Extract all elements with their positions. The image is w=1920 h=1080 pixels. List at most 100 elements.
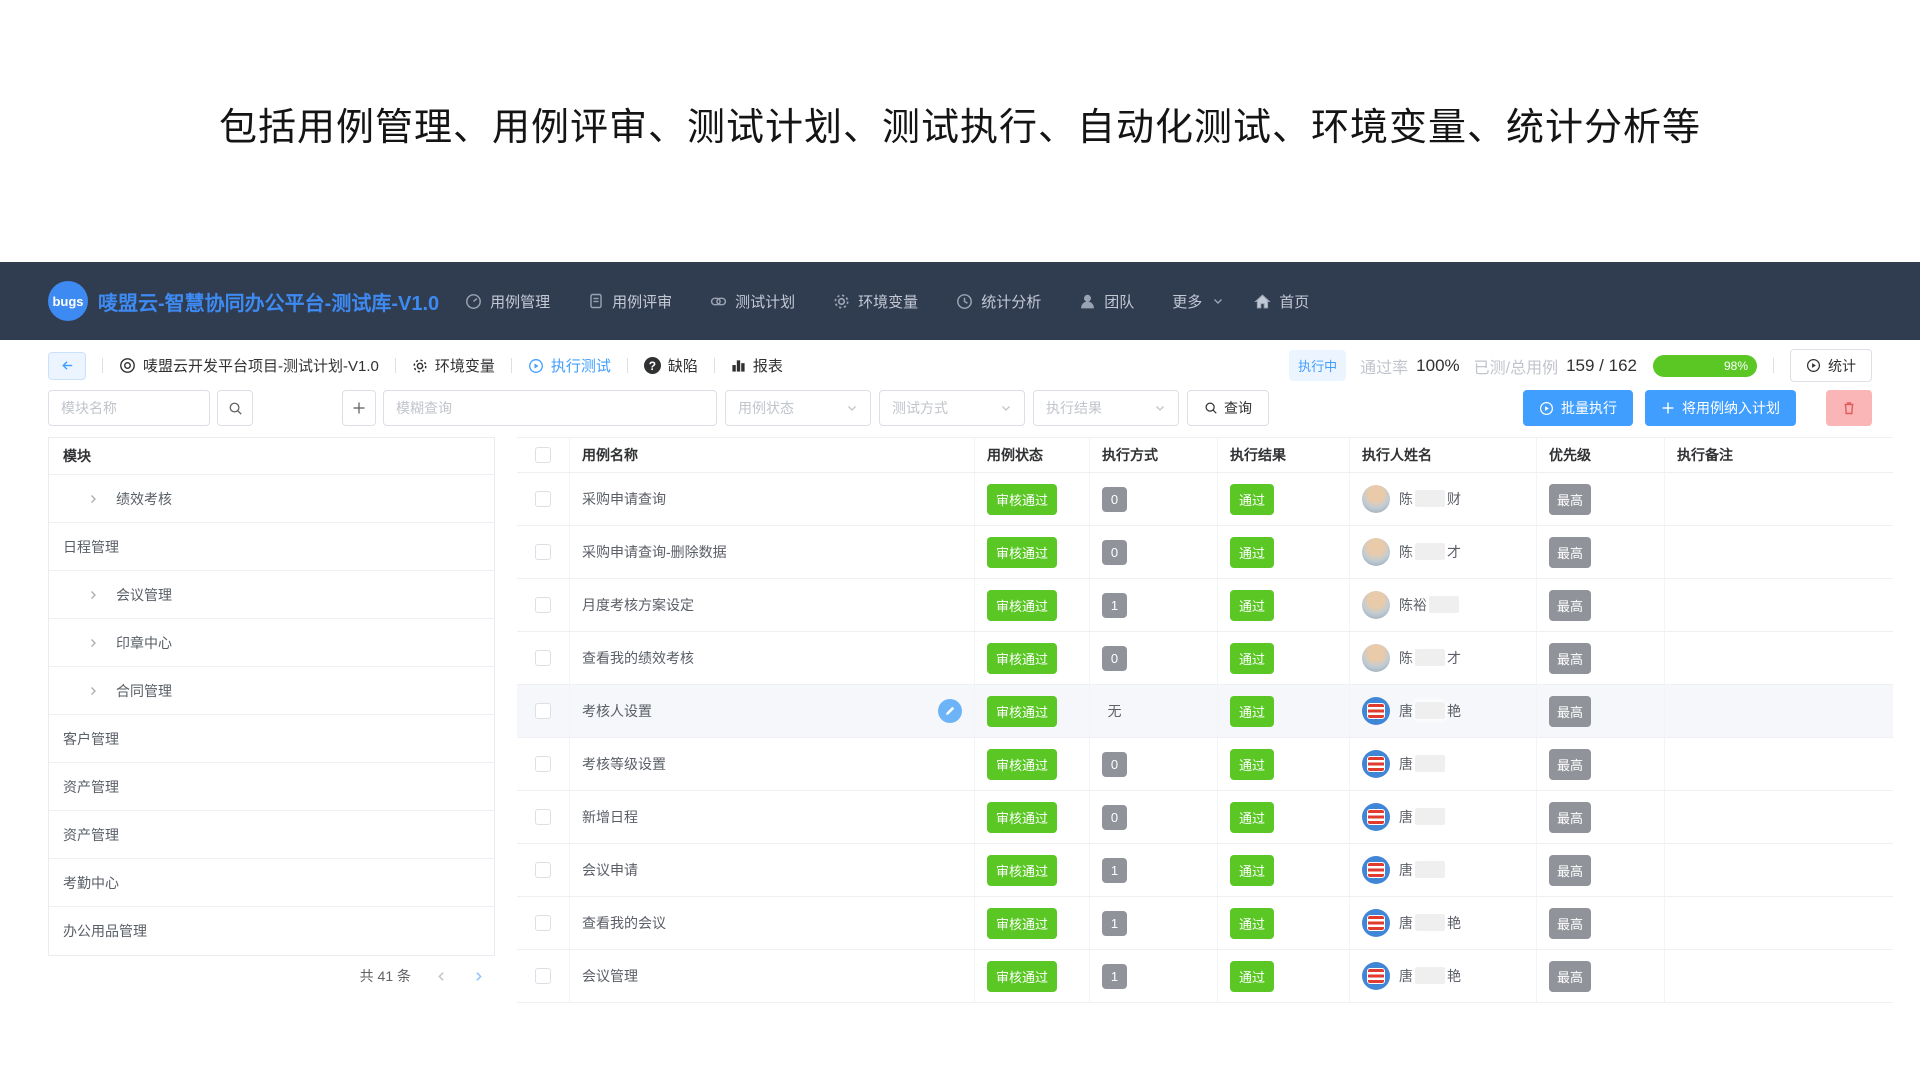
next-page-button[interactable]: [472, 970, 485, 983]
top-navbar: bugs 唛盟云-智慧协同办公平台-测试库-V1.0 用例管理 用例评审 测试计…: [0, 262, 1920, 340]
edit-icon[interactable]: [938, 699, 962, 723]
table-header-row: 用例名称 用例状态 执行方式 执行结果 执行人姓名 优先级 执行备注: [517, 438, 1893, 473]
question-circle-icon: ?: [644, 357, 661, 374]
case-status-badge: 审核通过: [987, 590, 1057, 621]
sidebar-module-item[interactable]: 考勤中心: [49, 859, 494, 907]
fuzzy-search-input[interactable]: [383, 390, 717, 426]
exec-result-select[interactable]: 执行结果: [1033, 390, 1179, 426]
executor-name: 唐: [1399, 860, 1447, 880]
exec-note-cell: [1665, 791, 1893, 843]
row-checkbox[interactable]: [535, 491, 551, 507]
case-name: 查看我的绩效考核: [582, 648, 694, 668]
nav-item-home[interactable]: 首页: [1254, 291, 1309, 312]
row-checkbox[interactable]: [535, 809, 551, 825]
row-checkbox[interactable]: [535, 968, 551, 984]
module-label: 客户管理: [63, 729, 119, 749]
tab-label: 缺陷: [668, 355, 698, 376]
sidebar-module-item[interactable]: 办公用品管理: [49, 907, 494, 955]
nav-item-statistics[interactable]: 统计分析: [956, 291, 1041, 312]
plus-icon: [352, 401, 366, 415]
table-row[interactable]: 会议管理 审核通过 1 通过 唐艳 最高: [517, 950, 1893, 1003]
delete-button[interactable]: [1826, 390, 1872, 426]
stats-button[interactable]: 统计: [1790, 349, 1872, 382]
chevron-right-icon: [472, 970, 485, 983]
divider: [1773, 358, 1774, 373]
exec-note-cell: [1665, 738, 1893, 790]
case-status-select[interactable]: 用例状态: [725, 390, 871, 426]
sidebar-module-item[interactable]: 绩效考核: [49, 475, 494, 523]
exec-result-badge: 通过: [1230, 537, 1274, 568]
sidebar-module-item[interactable]: 资产管理: [49, 811, 494, 859]
case-name: 新增日程: [582, 807, 638, 827]
table-row[interactable]: 采购申请查询-删除数据 审核通过 0 通过 陈才 最高: [517, 526, 1893, 579]
sidebar-pagination: 共 41 条: [48, 958, 495, 994]
redacted-text: [1415, 543, 1445, 560]
sidebar-module-item[interactable]: 资产管理: [49, 763, 494, 811]
tab-exec-test[interactable]: 执行测试: [528, 355, 611, 376]
divider: [102, 358, 103, 373]
table-row[interactable]: 新增日程 审核通过 0 通过 唐 最高: [517, 791, 1893, 844]
exec-method-badge: 0: [1102, 752, 1127, 777]
table-row[interactable]: 考核等级设置 审核通过 0 通过 唐 最高: [517, 738, 1893, 791]
nav-more-dropdown[interactable]: 更多: [1172, 291, 1224, 312]
redacted-text: [1415, 649, 1445, 666]
table-row[interactable]: 会议申请 审核通过 1 通过 唐 最高: [517, 844, 1893, 897]
tab-defects[interactable]: ? 缺陷: [644, 355, 698, 376]
tab-env-vars[interactable]: 环境变量: [412, 355, 495, 376]
header-exec-note: 执行备注: [1665, 438, 1893, 472]
sidebar-module-item[interactable]: 日程管理: [49, 523, 494, 571]
module-search-input[interactable]: [48, 390, 210, 426]
module-label: 资产管理: [63, 825, 119, 845]
table-row[interactable]: 采购申请查询 审核通过 0 通过 陈财 最高: [517, 473, 1893, 526]
nav-item-case-manage[interactable]: 用例管理: [465, 291, 550, 312]
query-button[interactable]: 查询: [1187, 390, 1269, 426]
prev-page-button[interactable]: [435, 970, 448, 983]
row-checkbox[interactable]: [535, 544, 551, 560]
exec-method-badge: 0: [1102, 646, 1127, 671]
nav-label: 测试计划: [735, 291, 795, 312]
chevron-left-icon: [435, 970, 448, 983]
nav-more-label: 更多: [1172, 291, 1202, 312]
back-button[interactable]: [48, 352, 86, 380]
module-list: 绩效考核 日程管理 会议管理 印章中心 合同管理 客户管理 资产管理 资产管理 …: [49, 475, 494, 955]
table-row[interactable]: 查看我的会议 审核通过 1 通过 唐艳 最高: [517, 897, 1893, 950]
tested-value: 159 / 162: [1566, 356, 1637, 376]
row-checkbox[interactable]: [535, 862, 551, 878]
breadcrumb-project[interactable]: 唛盟云开发平台项目-测试计划-V1.0: [119, 355, 379, 376]
sidebar-module-item[interactable]: 会议管理: [49, 571, 494, 619]
nav-item-team[interactable]: 团队: [1079, 291, 1134, 312]
avatar: [1362, 803, 1390, 831]
row-checkbox[interactable]: [535, 756, 551, 772]
gear-icon: [412, 358, 428, 374]
nav-item-test-plan[interactable]: 测试计划: [710, 291, 795, 312]
module-label: 日程管理: [63, 537, 119, 557]
tab-report[interactable]: 报表: [731, 355, 783, 376]
executor-name: 陈裕: [1399, 595, 1461, 615]
row-checkbox[interactable]: [535, 915, 551, 931]
table-body: 采购申请查询 审核通过 0 通过 陈财 最高 采购申请查询-删除数据 审核通过 …: [517, 473, 1893, 1003]
case-name: 采购申请查询-删除数据: [582, 542, 727, 562]
test-method-select[interactable]: 测试方式: [879, 390, 1025, 426]
redacted-text: [1415, 914, 1445, 931]
add-module-button[interactable]: [342, 390, 376, 426]
redacted-text: [1415, 755, 1445, 772]
table-row[interactable]: 考核人设置 审核通过 无 通过 唐艳 最高: [517, 685, 1893, 738]
sidebar-module-item[interactable]: 合同管理: [49, 667, 494, 715]
total-count: 共 41 条: [360, 966, 411, 986]
row-checkbox[interactable]: [535, 597, 551, 613]
nav-item-env-vars[interactable]: 环境变量: [833, 291, 918, 312]
table-row[interactable]: 月度考核方案设定 审核通过 1 通过 陈裕 最高: [517, 579, 1893, 632]
table-row[interactable]: 查看我的绩效考核 审核通过 0 通过 陈才 最高: [517, 632, 1893, 685]
select-all-checkbox[interactable]: [535, 447, 551, 463]
batch-exec-button[interactable]: 批量执行: [1523, 390, 1633, 426]
nav-item-case-review[interactable]: 用例评审: [588, 291, 672, 312]
row-checkbox[interactable]: [535, 703, 551, 719]
add-to-plan-button[interactable]: 将用例纳入计划: [1645, 390, 1796, 426]
sidebar-module-item[interactable]: 印章中心: [49, 619, 494, 667]
row-checkbox[interactable]: [535, 650, 551, 666]
sidebar-module-item[interactable]: 客户管理: [49, 715, 494, 763]
module-search-button[interactable]: [217, 390, 253, 426]
priority-badge: 最高: [1549, 749, 1591, 780]
chevron-right-icon: [87, 493, 99, 505]
exec-note-cell: [1665, 632, 1893, 684]
